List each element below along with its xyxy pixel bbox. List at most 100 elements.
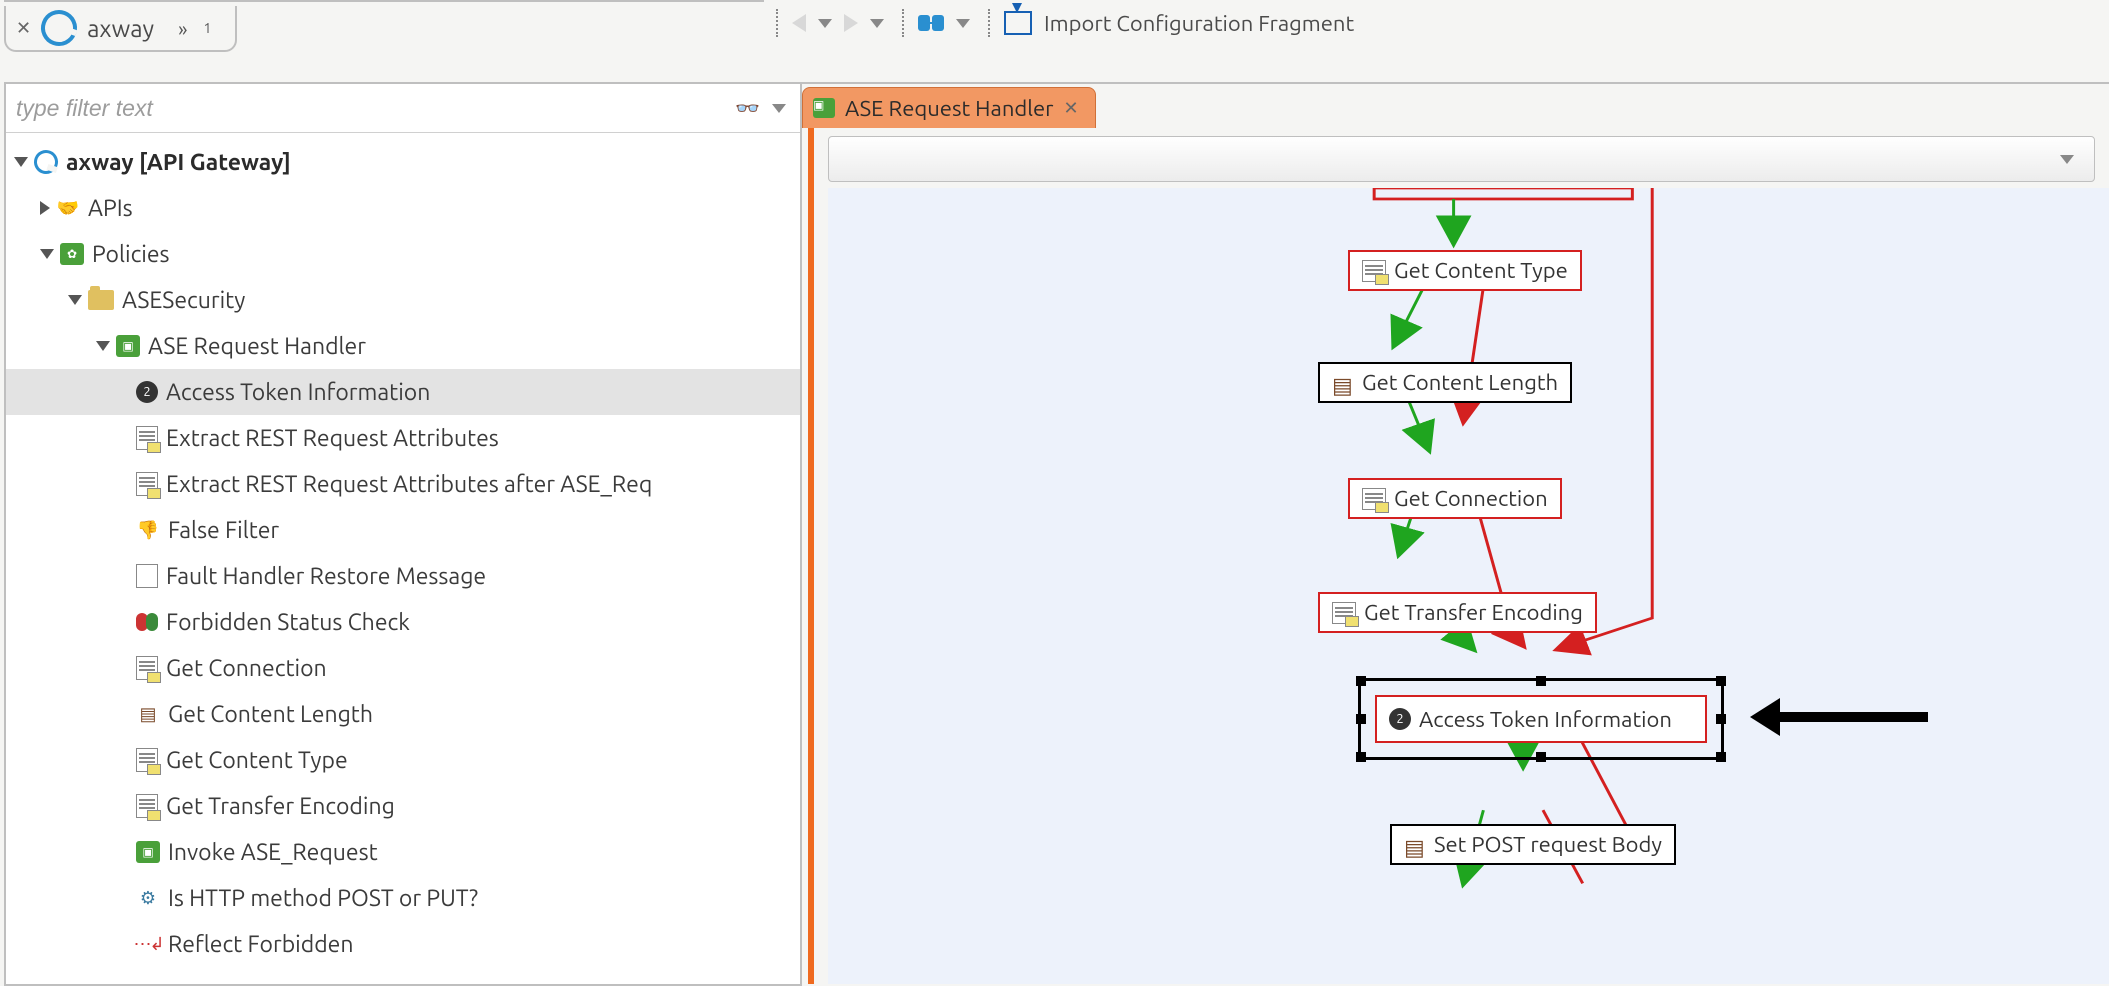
filter-row: 👓 — [6, 84, 800, 133]
close-icon[interactable]: ✕ — [16, 18, 31, 39]
flow-node-set-post-body[interactable]: ▤ Set POST request Body — [1390, 824, 1676, 865]
editor-tab-ase-request-handler[interactable]: ▣ ASE Request Handler ✕ — [802, 87, 1096, 128]
compare-configs-caret-icon[interactable] — [956, 19, 970, 28]
policy-icon: ▣ — [116, 335, 140, 357]
tree-item[interactable]: 👎 False Filter — [6, 507, 800, 553]
tree-label: Get Connection — [166, 656, 327, 681]
brick-icon: ▤ — [1404, 835, 1426, 855]
app-tab-axway[interactable]: ✕ axway » 1 — [4, 6, 237, 52]
document-icon — [1362, 488, 1386, 510]
filter-menu-caret-icon[interactable] — [772, 104, 786, 113]
brick-icon: ▤ — [136, 703, 160, 725]
document-icon — [136, 748, 158, 772]
flow-node-label: Set POST request Body — [1434, 832, 1662, 857]
page-icon — [136, 564, 158, 588]
tree-node-apis[interactable]: 🤝 APIs — [6, 185, 800, 231]
nav-back-icon[interactable] — [792, 14, 806, 32]
raquo-icon: » — [178, 17, 187, 40]
tree-label: Get Content Length — [168, 702, 373, 727]
editor-tab-label: ASE Request Handler — [845, 96, 1054, 121]
tree-node-asesecurity[interactable]: ASESecurity — [6, 277, 800, 323]
expand-caret-icon[interactable] — [68, 295, 82, 305]
document-icon — [1332, 602, 1356, 624]
flow-node-get-content-length[interactable]: ▤ Get Content Length — [1318, 362, 1572, 403]
flow-node-get-content-type[interactable]: Get Content Type — [1348, 250, 1582, 291]
handshake-icon: 🤝 — [56, 197, 80, 219]
app-tab-strip: ✕ axway » 1 — [4, 0, 764, 58]
tree-label: Get Content Type — [166, 748, 348, 773]
nav-back-history-caret-icon[interactable] — [818, 19, 832, 28]
callout-arrow-icon — [1778, 712, 1928, 722]
thumbs-down-icon: 👎 — [136, 519, 160, 541]
tree-item[interactable]: ⋯↲ Reflect Forbidden — [6, 921, 800, 967]
policies-icon: ✿ — [60, 243, 84, 265]
tree-item-access-token[interactable]: 2 Access Token Information — [6, 369, 800, 415]
tree-label: Invoke ASE_Request — [168, 840, 378, 865]
tree-item[interactable]: Forbidden Status Check — [6, 599, 800, 645]
flow-node-label: Access Token Information — [1419, 707, 1672, 732]
tree-label: axway [API Gateway] — [66, 150, 291, 175]
tree-item[interactable]: ⚙ Is HTTP method POST or PUT? — [6, 875, 800, 921]
tree-label: Extract REST Request Attributes after AS… — [166, 472, 652, 497]
tree-item[interactable]: Fault Handler Restore Message — [6, 553, 800, 599]
tree-item[interactable]: ▣ Invoke ASE_Request — [6, 829, 800, 875]
document-icon — [136, 426, 158, 450]
filter-input[interactable] — [14, 94, 729, 123]
navigator-panel: 👓 axway [API Gateway] 🤝 APIs ✿ Policies … — [4, 82, 802, 986]
flow-node-get-transfer-encoding[interactable]: Get Transfer Encoding — [1318, 592, 1597, 633]
tree-label: Reflect Forbidden — [168, 932, 354, 957]
breadcrumb-dropdown[interactable] — [828, 136, 2095, 182]
toolbar-separator — [902, 9, 906, 37]
top-toolbar: Import Configuration Fragment — [770, 4, 1354, 42]
axway-logo-icon — [36, 5, 82, 51]
expand-caret-icon[interactable] — [96, 341, 110, 351]
flow-node-selection[interactable]: 2 Access Token Information — [1358, 678, 1724, 760]
import-config-icon[interactable] — [1004, 11, 1032, 35]
toolbar-separator — [988, 9, 992, 37]
tree-item[interactable]: Get Content Type — [6, 737, 800, 783]
policy-icon: ▣ — [813, 98, 835, 118]
binoculars-icon[interactable]: 👓 — [735, 96, 760, 120]
badge-icon: 2 — [136, 381, 158, 403]
compare-configs-icon[interactable] — [918, 13, 944, 33]
tree-item[interactable]: ▤ Get Content Length — [6, 691, 800, 737]
tree-label: Access Token Information — [166, 380, 430, 405]
flow-node-access-token-information[interactable]: 2 Access Token Information — [1375, 695, 1707, 743]
tree-label: Get Transfer Encoding — [166, 794, 395, 819]
axway-logo-icon — [34, 151, 58, 173]
tree-label: Fault Handler Restore Message — [166, 564, 486, 589]
tree-node-root[interactable]: axway [API Gateway] — [6, 139, 800, 185]
tree-item[interactable]: Extract REST Request Attributes — [6, 415, 800, 461]
folder-icon — [88, 290, 114, 310]
tree-label: Extract REST Request Attributes — [166, 426, 499, 451]
tree-label: Is HTTP method POST or PUT? — [168, 886, 478, 911]
app-tab-title: axway — [87, 15, 154, 42]
expand-caret-icon[interactable] — [14, 157, 28, 167]
expand-caret-icon[interactable] — [40, 201, 50, 215]
status-check-icon — [136, 611, 158, 633]
navigator-tree[interactable]: axway [API Gateway] 🤝 APIs ✿ Policies AS… — [6, 133, 800, 973]
tree-item[interactable]: Get Connection — [6, 645, 800, 691]
policy-canvas[interactable]: Get Content Type ▤ Get Content Length Ge… — [828, 188, 2109, 984]
expand-caret-icon[interactable] — [40, 249, 54, 259]
flow-node-label: Get Connection — [1394, 486, 1548, 511]
tree-item[interactable]: Extract REST Request Attributes after AS… — [6, 461, 800, 507]
tree-node-policies[interactable]: ✿ Policies — [6, 231, 800, 277]
nav-forward-icon[interactable] — [844, 14, 858, 32]
chevron-down-icon — [2060, 155, 2074, 164]
tree-label: False Filter — [168, 518, 279, 543]
tree-node-handler[interactable]: ▣ ASE Request Handler — [6, 323, 800, 369]
flow-node-get-connection[interactable]: Get Connection — [1348, 478, 1562, 519]
close-icon[interactable]: ✕ — [1064, 98, 1079, 119]
document-icon — [136, 794, 158, 818]
editor-panel: ▣ ASE Request Handler ✕ — [802, 82, 2109, 984]
tree-label: ASESecurity — [122, 288, 245, 313]
flow-node-label: Get Content Type — [1394, 258, 1568, 283]
policy-icon: ▣ — [136, 841, 160, 863]
brick-icon: ▤ — [1332, 373, 1354, 393]
flow-node-label: Get Transfer Encoding — [1364, 600, 1583, 625]
nav-forward-history-caret-icon[interactable] — [870, 19, 884, 28]
tree-item[interactable]: Get Transfer Encoding — [6, 783, 800, 829]
import-config-label[interactable]: Import Configuration Fragment — [1044, 11, 1354, 36]
tree-label: APIs — [88, 196, 133, 221]
